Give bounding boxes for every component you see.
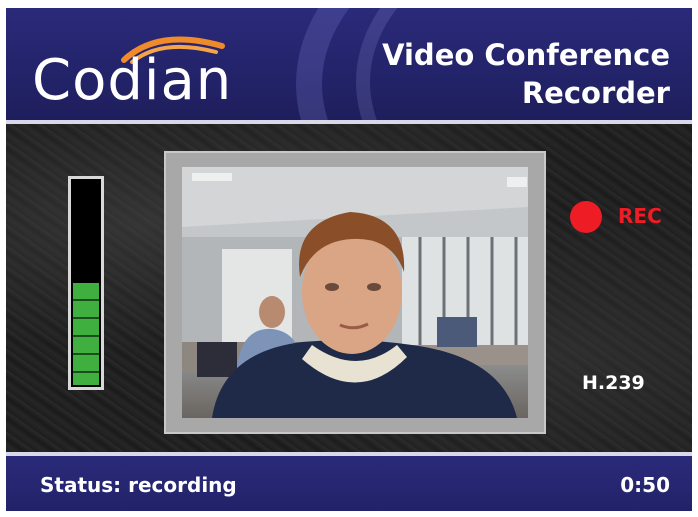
video-preview xyxy=(182,167,528,418)
rec-indicator-label: REC xyxy=(618,204,662,228)
recorder-screen: Codian Video Conference Recorder REC H.2… xyxy=(6,8,692,511)
recording-stage: REC H.239 xyxy=(6,124,692,452)
codian-logo: Codian xyxy=(32,48,233,113)
header-banner: Codian Video Conference Recorder xyxy=(6,8,692,120)
video-preview-frame xyxy=(164,151,546,434)
elapsed-time: 0:50 xyxy=(620,473,670,497)
status-text: Status: recording xyxy=(40,473,237,497)
audio-level-fill xyxy=(73,283,99,385)
product-title-line2: Recorder xyxy=(521,76,670,110)
red-dot-icon xyxy=(570,201,602,233)
codec-label: H.239 xyxy=(582,372,645,394)
audio-level-meter xyxy=(68,176,104,390)
status-bar: Status: recording 0:50 xyxy=(6,456,692,511)
product-title-line1: Video Conference xyxy=(382,38,670,72)
video-preview-image xyxy=(182,167,528,418)
